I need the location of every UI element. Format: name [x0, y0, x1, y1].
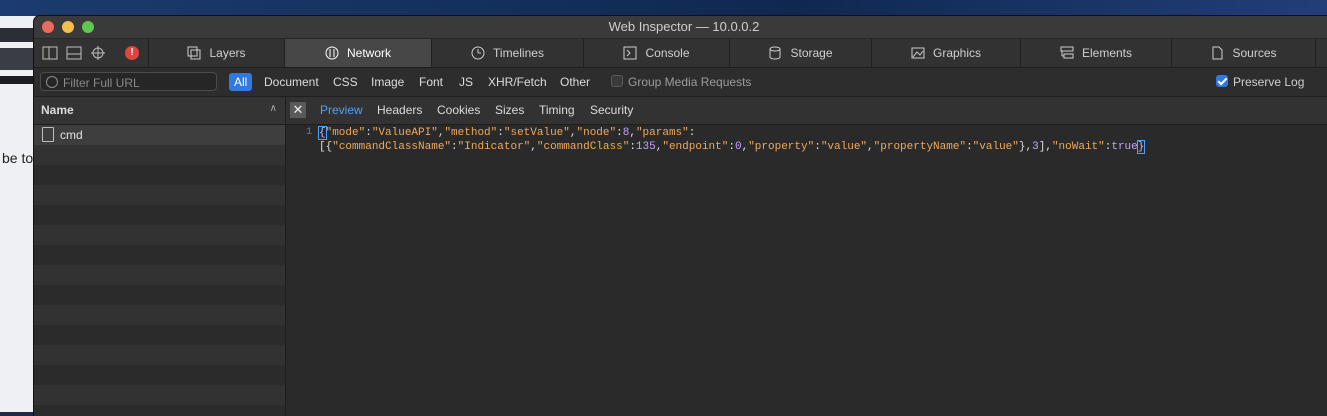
empty-row — [34, 265, 285, 285]
empty-row — [34, 385, 285, 405]
request-name: cmd — [60, 128, 83, 142]
filter-type-font[interactable]: Font — [414, 73, 448, 91]
request-rows: cmd — [34, 125, 285, 416]
timelines-icon — [471, 46, 485, 60]
tab-storage[interactable]: Storage — [730, 39, 872, 67]
name-column-header[interactable]: Name — [41, 103, 74, 117]
empty-row — [34, 365, 285, 385]
detail-tab-bar: ✕ Preview Headers Cookies Sizes Timing S… — [286, 97, 1327, 125]
filter-type-all[interactable]: All — [229, 73, 253, 91]
graphics-icon — [911, 47, 925, 59]
detail-tab-security[interactable]: Security — [590, 103, 633, 117]
empty-row — [34, 225, 285, 245]
tab-console[interactable]: Console — [584, 39, 730, 67]
background-text: be to — [2, 150, 34, 166]
inspect-element-icon[interactable] — [90, 45, 106, 61]
filter-url-input[interactable] — [61, 74, 215, 91]
filter-type-js[interactable]: JS — [454, 73, 478, 91]
tab-layers[interactable]: Layers — [149, 39, 285, 67]
request-detail-panel: ✕ Preview Headers Cookies Sizes Timing S… — [286, 97, 1327, 416]
tab-console-label: Console — [645, 46, 690, 60]
filter-url-field[interactable] — [40, 72, 217, 91]
network-filter-bar: All Document CSS Image Font JS XHR/Fetch… — [34, 68, 1327, 97]
empty-row — [34, 405, 285, 416]
detail-tab-sizes[interactable]: Sizes — [495, 103, 524, 117]
tab-graphics[interactable]: Graphics — [872, 39, 1021, 67]
elements-icon — [1060, 46, 1074, 59]
detail-tab-headers[interactable]: Headers — [377, 103, 422, 117]
empty-row — [34, 205, 285, 225]
empty-row — [34, 145, 285, 165]
sort-caret-icon: ∧ — [269, 103, 277, 114]
desktop-background — [0, 0, 1327, 16]
group-media-checkbox[interactable] — [611, 75, 623, 87]
json-line-2: [{"commandClassName":"Indicator","comman… — [319, 140, 1146, 154]
detail-tab-preview[interactable]: Preview — [320, 103, 363, 117]
empty-row — [34, 285, 285, 305]
tab-timelines-label: Timelines — [493, 46, 544, 60]
console-icon — [623, 46, 637, 60]
filter-type-image[interactable]: Image — [366, 73, 409, 91]
tab-graphics-label: Graphics — [932, 46, 982, 60]
tab-storage-label: Storage — [790, 46, 833, 60]
storage-icon — [769, 46, 781, 60]
title-bar: Web Inspector — 10.0.0.2 — [34, 16, 1327, 39]
json-line-1: {"mode":"ValueAPI","method":"setValue","… — [318, 126, 696, 140]
layers-icon — [187, 46, 201, 60]
dock-side-icon[interactable] — [42, 45, 58, 61]
empty-row — [34, 345, 285, 365]
toolbar-tools: ! — [34, 39, 149, 67]
filter-type-xhr-fetch[interactable]: XHR/Fetch — [483, 73, 552, 91]
tab-sources[interactable]: Sources — [1172, 39, 1316, 67]
tab-elements-label: Elements — [1081, 46, 1133, 60]
close-detail-button[interactable]: ✕ — [290, 102, 306, 118]
web-inspector-window: Web Inspector — 10.0.0.2 ! Layers Networ… — [34, 16, 1327, 416]
json-preview: {"mode":"ValueAPI","method":"setValue","… — [318, 126, 1146, 154]
background-app-window: be to — [0, 16, 36, 412]
tab-layers-label: Layers — [209, 46, 246, 60]
empty-row — [34, 185, 285, 205]
request-row[interactable]: cmd — [34, 125, 285, 145]
request-list-header[interactable]: Name ∧ — [34, 97, 285, 125]
filter-icon — [46, 76, 58, 88]
preserve-log-checkbox[interactable] — [1216, 75, 1228, 87]
preserve-log-label: Preserve Log — [1233, 75, 1305, 89]
tab-sources-label: Sources — [1232, 46, 1277, 60]
error-indicator-icon[interactable]: ! — [125, 46, 139, 60]
empty-row — [34, 245, 285, 265]
window-title: Web Inspector — 10.0.0.2 — [608, 19, 760, 34]
tab-timelines[interactable]: Timelines — [432, 39, 584, 67]
network-icon — [325, 46, 339, 60]
filter-type-css[interactable]: CSS — [328, 73, 363, 91]
filter-type-document[interactable]: Document — [259, 73, 324, 91]
empty-row — [34, 165, 285, 185]
line-number: 1 — [305, 127, 312, 138]
document-file-icon — [42, 127, 54, 142]
dock-bottom-icon[interactable] — [66, 45, 82, 61]
group-media-label: Group Media Requests — [628, 75, 752, 89]
tab-network-label: Network — [346, 46, 391, 60]
empty-row — [34, 325, 285, 345]
detail-tab-timing[interactable]: Timing — [539, 103, 575, 117]
inspector-tab-bar: ! Layers Network Timelines Console Stora… — [34, 39, 1327, 68]
request-list-panel: Name ∧ cmd — [34, 97, 286, 416]
filter-type-other[interactable]: Other — [555, 73, 595, 91]
sources-icon — [1212, 46, 1223, 60]
tab-network[interactable]: Network — [285, 39, 432, 67]
tab-elements[interactable]: Elements — [1021, 39, 1172, 67]
empty-row — [34, 305, 285, 325]
detail-tab-cookies[interactable]: Cookies — [437, 103, 480, 117]
